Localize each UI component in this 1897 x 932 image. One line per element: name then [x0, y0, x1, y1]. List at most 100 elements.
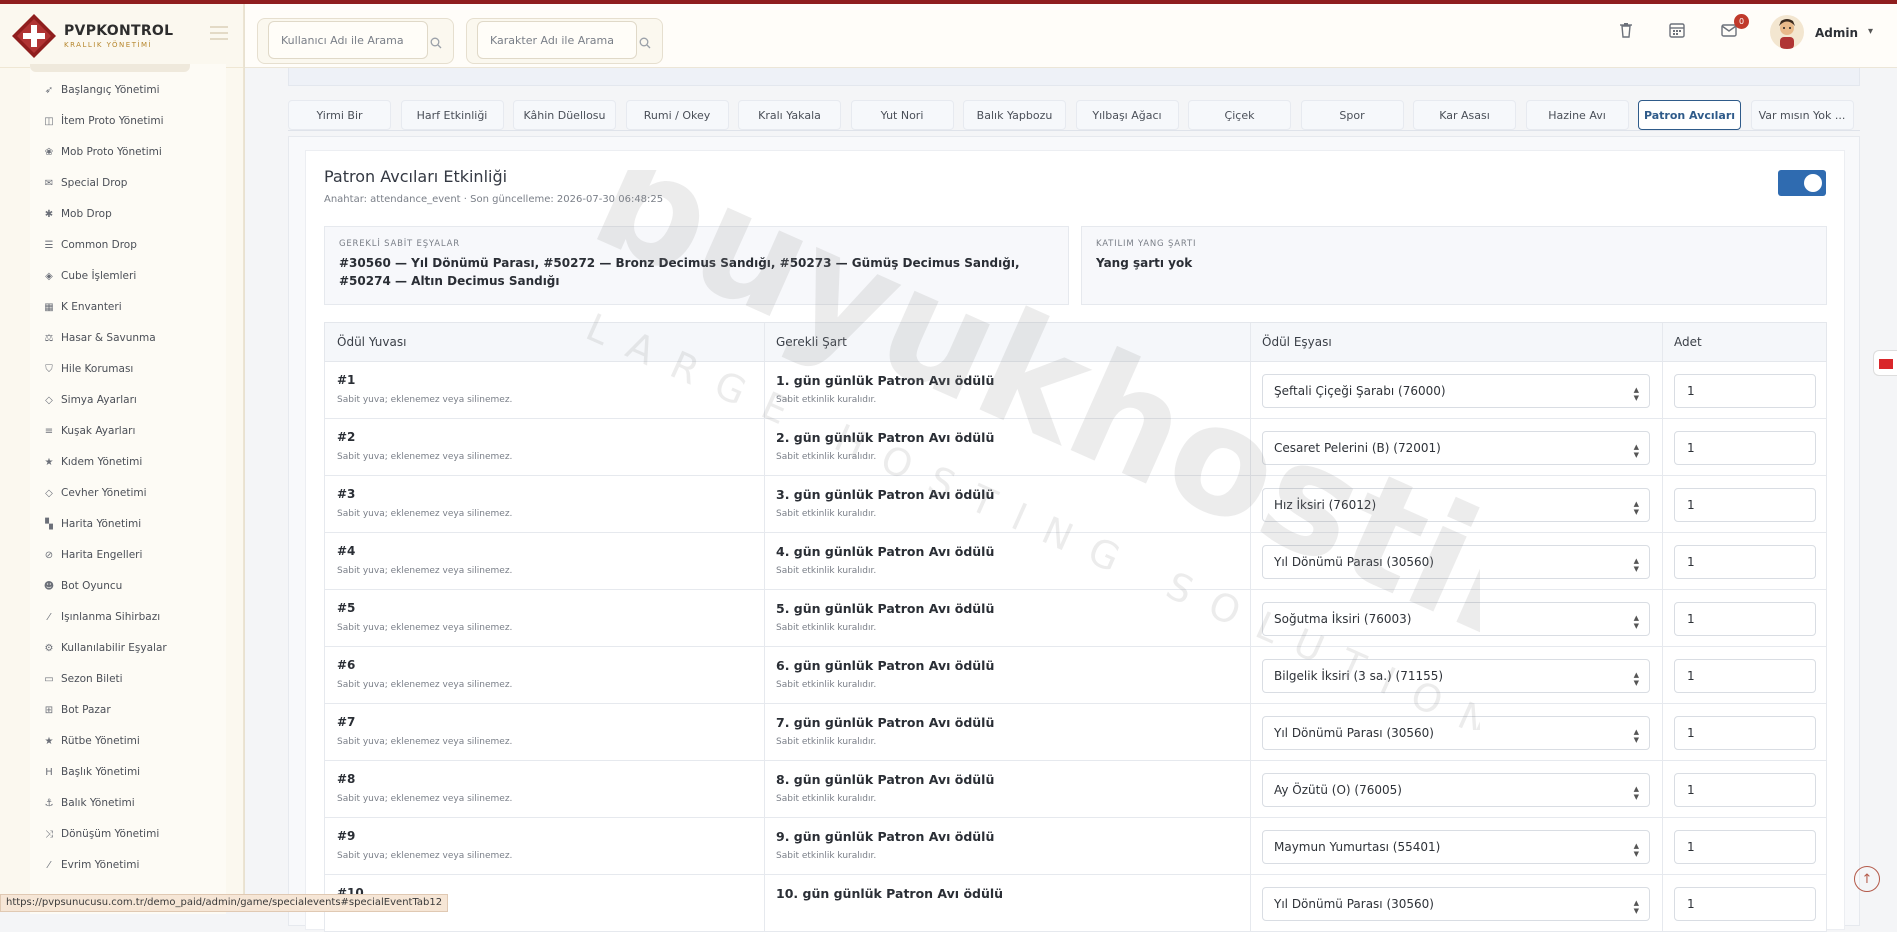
quantity-input[interactable]: 1 [1674, 659, 1816, 693]
trash-icon[interactable] [1616, 20, 1636, 40]
reward-item-select[interactable]: Bilgelik İksiri (3 sa.) (71155) ▲ ▼ [1262, 659, 1650, 693]
sidebar-item[interactable]: ⁄ Işınlanma Sihirbazı [42, 608, 160, 626]
sidebar-item[interactable]: ❀ Mob Proto Yönetimi [42, 143, 162, 161]
sidebar-item[interactable]: ⚙ Kullanılabilir Eşyalar [42, 639, 167, 657]
reward-item-select[interactable]: Maymun Yumurtası (55401) ▲ ▼ [1262, 830, 1650, 864]
ban-icon: ⊘ [44, 549, 54, 561]
search-icon[interactable] [430, 37, 442, 49]
sidebar-item[interactable]: ≡ Kuşak Ayarları [42, 422, 136, 440]
tab-event[interactable]: Kâhin Düellosu [513, 100, 616, 130]
sidebar-item[interactable]: ⤨ Dönüşüm Yönetimi [42, 825, 159, 843]
condition-text: 2. gün günlük Patron Avı ödülü [776, 430, 995, 445]
sidebar-item[interactable]: ☰ Common Drop [42, 236, 137, 254]
tab-event[interactable]: Kar Asası [1413, 100, 1516, 130]
quantity-input[interactable]: 1 [1674, 830, 1816, 864]
reward-item-select[interactable]: Yıl Dönümü Parası (30560) ▲ ▼ [1262, 887, 1650, 921]
sidebar-item[interactable]: ★ Kıdem Yönetimi [42, 453, 143, 471]
sidebar-item[interactable]: ⛉ Hile Koruması [42, 360, 133, 378]
reward-item-select[interactable]: Ay Özütü (O) (76005) ▲ ▼ [1262, 773, 1650, 807]
slot-number: #8 [337, 772, 356, 786]
user-search: Kullanıcı Adı ile Arama [257, 18, 454, 64]
tab-event[interactable]: Yılbaşı Ağacı [1075, 100, 1179, 130]
sidebar-item[interactable]: ★ Rütbe Yönetimi [42, 732, 140, 750]
chevron-down-icon[interactable]: ▾ [1868, 26, 1873, 37]
sidebar-item[interactable]: ◇ Cevher Yönetimi [42, 484, 146, 502]
reward-item-select[interactable]: Cesaret Pelerini (B) (72001) ▲ ▼ [1262, 431, 1650, 465]
sidebar-item[interactable]: ◈ Cube İşlemleri [42, 267, 136, 285]
tab-event[interactable]: Yirmi Bir [288, 100, 391, 130]
quantity-input[interactable]: 1 [1674, 716, 1816, 750]
sidebar-item-label: Bot Oyuncu [61, 580, 123, 592]
sidebar-item[interactable]: ➶ Başlangıç Yönetimi [42, 81, 160, 99]
condition-text: 5. gün günlük Patron Avı ödülü [776, 601, 995, 616]
calendar-icon[interactable] [1667, 20, 1687, 40]
sidebar-item-label: Simya Ayarları [61, 394, 137, 406]
menu-toggle-icon[interactable] [210, 26, 228, 40]
user-search-input[interactable]: Kullanıcı Adı ile Arama [268, 21, 428, 59]
table-row: #7 Sabit yuva; eklenemez veya silinemez. 7… [324, 704, 1827, 761]
tab-event[interactable]: Çiçek [1188, 100, 1291, 130]
logo-icon [10, 12, 58, 60]
shuffle-icon: ⤨ [45, 828, 53, 840]
sidebar-item[interactable]: H Başlık Yönetimi [42, 763, 140, 781]
slot-note: Sabit yuva; eklenemez veya silinemez. [337, 566, 513, 576]
sidebar-item[interactable]: ⊞ Bot Pazar [42, 701, 111, 719]
tab-active[interactable]: Patron Avcıları [1638, 100, 1741, 130]
condition-note: Sabit etkinlik kuralıdır. [776, 737, 877, 747]
tab-event[interactable]: Harf Etkinliği [400, 100, 504, 130]
sidebar-item[interactable]: ☻ Bot Oyuncu [42, 577, 123, 595]
user-name[interactable]: Admin [1815, 26, 1858, 40]
tab-event[interactable]: Yut Nori [850, 100, 954, 130]
quantity-input[interactable]: 1 [1674, 431, 1816, 465]
slot-note: Sabit yuva; eklenemez veya silinemez. [337, 452, 513, 462]
scroll-top-icon[interactable]: ↑ [1854, 866, 1880, 892]
sidebar-item[interactable]: ⚖ Hasar & Savunma [42, 329, 156, 347]
sidebar-item[interactable]: ▭ Sezon Bileti [42, 670, 122, 688]
tab-event[interactable]: Var mısın Yok ... [1750, 100, 1854, 130]
condition-text: 1. gün günlük Patron Avı ödülü [776, 373, 995, 388]
table-row: #8 Sabit yuva; eklenemez veya silinemez. 8… [324, 761, 1827, 818]
tab-event[interactable]: Spor [1300, 100, 1404, 130]
sidebar-item[interactable]: ⊘ Harita Engelleri [42, 546, 143, 564]
quantity-input[interactable]: 1 [1674, 488, 1816, 522]
reward-item-select[interactable]: Soğutma İksiri (76003) ▲ ▼ [1262, 602, 1650, 636]
quantity-input[interactable]: 1 [1674, 887, 1816, 921]
reward-item-value: Yıl Dönümü Parası (30560) [1274, 555, 1434, 569]
quantity-input[interactable]: 1 [1674, 602, 1816, 636]
quantity-input[interactable]: 1 [1674, 545, 1816, 579]
sidebar-item[interactable]: ◇ Simya Ayarları [42, 391, 137, 409]
sidebar-item[interactable]: ⁄ Evrim Yönetimi [42, 856, 139, 874]
tab-event[interactable]: Kralı Yakala [738, 100, 841, 130]
character-search-input[interactable]: Karakter Adı ile Arama [477, 21, 637, 59]
paw-icon: ❀ [44, 146, 54, 158]
sidebar-item[interactable]: ▦ K Envanteri [42, 298, 121, 316]
quantity-input[interactable]: 1 [1674, 773, 1816, 807]
sidebar-item-label: Harita Engelleri [61, 549, 143, 561]
slot-number: #2 [337, 430, 356, 444]
reward-item-select[interactable]: Hız İksiri (76012) ▲ ▼ [1262, 488, 1650, 522]
reward-item-value: Yıl Dönümü Parası (30560) [1274, 726, 1434, 740]
search-icon[interactable] [639, 37, 651, 49]
yang-requirement-label: KATILIM YANG ŞARTI [1096, 239, 1197, 249]
tab-event[interactable]: Hazine Avı [1525, 100, 1629, 130]
event-enabled-toggle[interactable] [1778, 170, 1826, 196]
language-flag-icon[interactable] [1873, 350, 1897, 376]
brand[interactable]: PVPKONTROL KRALLIK YÖNETİMİ [0, 4, 243, 68]
sidebar-item[interactable]: ▚ Harita Yönetimi [42, 515, 141, 533]
reward-item-select[interactable]: Yıl Dönümü Parası (30560) ▲ ▼ [1262, 716, 1650, 750]
caret-icon: ▲ ▼ [1633, 614, 1639, 630]
avatar[interactable] [1770, 15, 1804, 49]
sidebar-item[interactable]: ✱ Mob Drop [42, 205, 112, 223]
sidebar-item[interactable]: ✉ Special Drop [42, 174, 128, 192]
reward-item-select[interactable]: Yıl Dönümü Parası (30560) ▲ ▼ [1262, 545, 1650, 579]
table-row: #10 10. gün günlük Patron Avı ödülü Yıl Dö… [324, 875, 1827, 932]
tab-event[interactable]: Balık Yapbozu [963, 100, 1066, 130]
reward-item-select[interactable]: Şeftali Çiçeği Şarabı (76000) ▲ ▼ [1262, 374, 1650, 408]
sidebar-item[interactable]: ◫ İtem Proto Yönetimi [42, 112, 163, 130]
sidebar-item[interactable]: ⚓ Balık Yönetimi [42, 794, 135, 812]
yang-requirement-box: KATILIM YANG ŞARTI Yang şartı yok [1081, 226, 1827, 305]
tab-event[interactable]: Rumi / Okey [625, 100, 729, 130]
topbar: Kullanıcı Adı ile Arama Karakter Adı ile… [245, 4, 1897, 68]
quantity-input[interactable]: 1 [1674, 374, 1816, 408]
condition-note: Sabit etkinlik kuralıdır. [776, 851, 877, 861]
